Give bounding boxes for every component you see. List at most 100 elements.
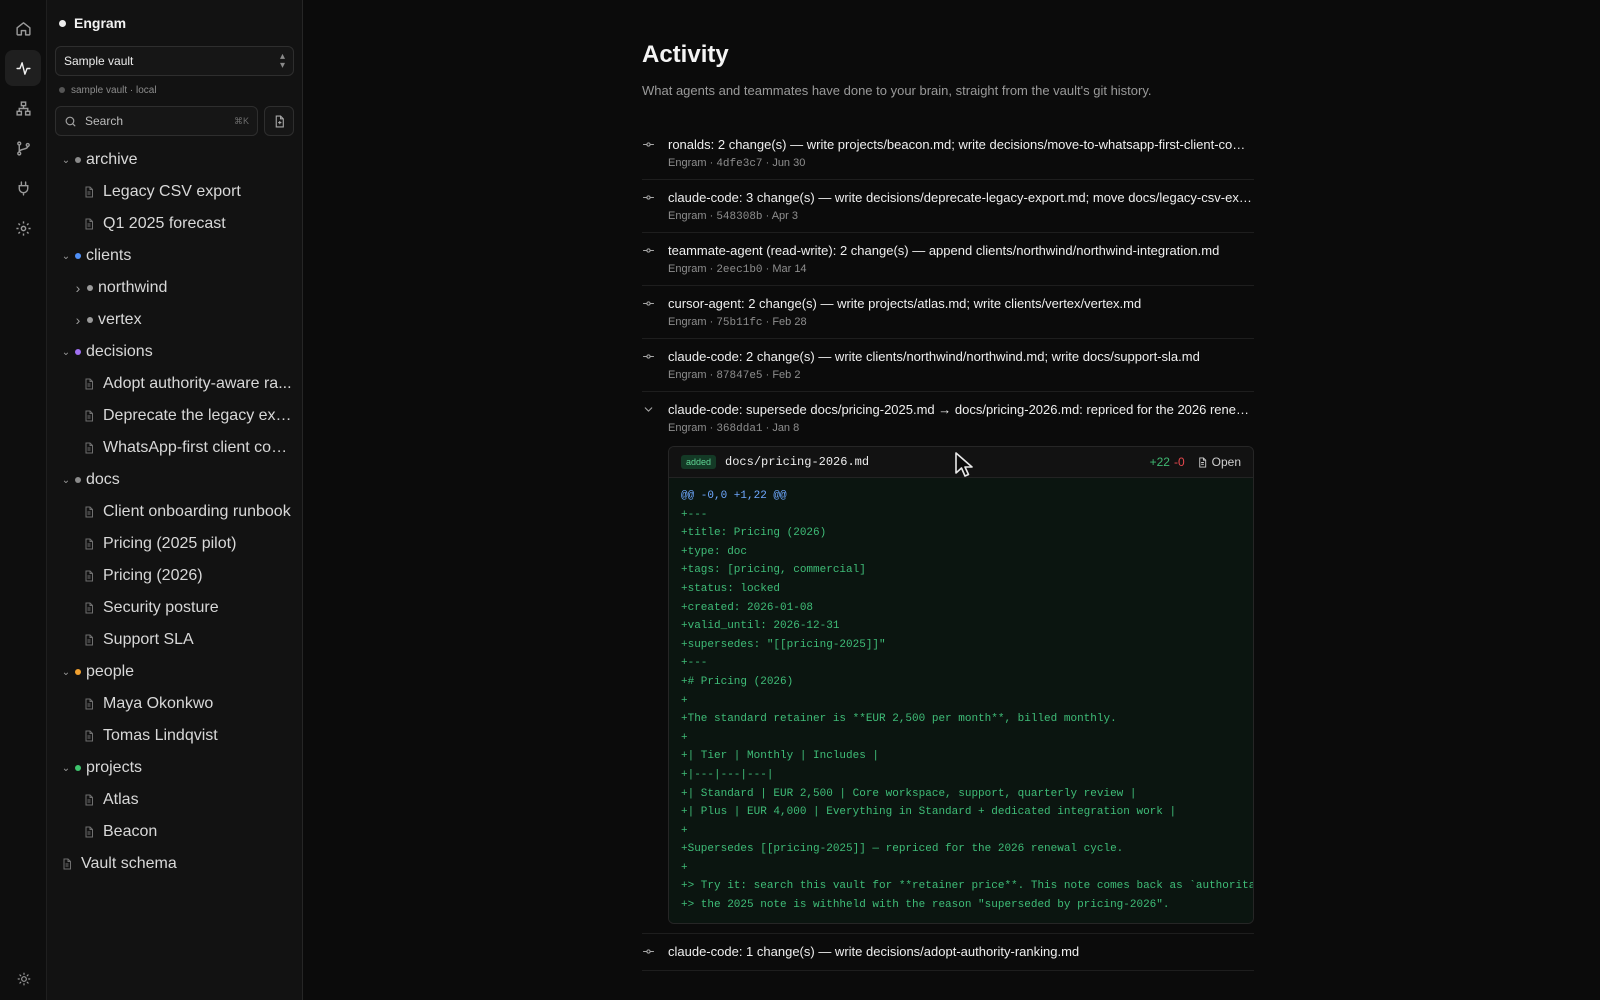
commit-date: Mar 14 — [772, 263, 807, 275]
folder-color-dot — [87, 285, 93, 291]
tree-file[interactable]: Support SLA — [55, 624, 294, 656]
tree-file[interactable]: Legacy CSV export — [55, 176, 294, 208]
diff-line: +--- — [681, 508, 708, 521]
chevron-down-icon: ⌄ — [61, 154, 71, 166]
document-icon — [1198, 456, 1206, 468]
settings-rail-button[interactable] — [5, 210, 41, 246]
tree-item-label: Tomas Lindqvist — [103, 727, 218, 744]
chevron-down-icon: ⌄ — [61, 762, 71, 774]
theme-toggle[interactable] — [0, 972, 47, 986]
commit-row[interactable]: ronalds: 2 change(s) — write projects/be… — [642, 127, 1254, 180]
commit-body: ronalds: 2 change(s) — write projects/be… — [668, 136, 1254, 170]
commit-message: claude-code: supersede docs/pricing-2025… — [668, 402, 1254, 417]
tree-file[interactable]: Deprecate the legacy exp... — [55, 400, 294, 432]
commit-message: teammate-agent (read-write): 2 change(s)… — [668, 243, 1220, 258]
git-commit-icon — [642, 295, 668, 329]
tree-file[interactable]: WhatsApp-first client com... — [55, 432, 294, 464]
tree-folder[interactable]: ⌄ people — [55, 656, 294, 688]
vault-status-dot — [59, 87, 65, 93]
tree-file[interactable]: Maya Okonkwo — [55, 688, 294, 720]
commit-body: claude-code: 1 change(s) — write decisio… — [668, 943, 1254, 961]
diff-line: + — [681, 694, 688, 707]
page-title: Activity — [642, 41, 729, 68]
tree-file[interactable]: Tomas Lindqvist — [55, 720, 294, 752]
chevron-right-icon: › — [75, 312, 81, 328]
git-commit-icon — [642, 242, 668, 276]
tree-folder[interactable]: › vertex — [55, 304, 294, 336]
commit-hash: 548308b — [716, 211, 763, 223]
tree-item-label: vertex — [98, 311, 142, 328]
tree-item-label: Security posture — [103, 599, 219, 616]
main-panel: Activity What agents and teammates have … — [303, 0, 1600, 1000]
chevron-down-icon: ⌄ — [61, 474, 71, 486]
plug-icon — [18, 180, 28, 196]
commit-body: claude-code: supersede docs/pricing-2025… — [668, 401, 1254, 924]
diff-line: + — [681, 824, 688, 837]
commit-meta: Engram · 548308b · Apr 3 — [668, 210, 798, 223]
new-note-button[interactable] — [264, 106, 294, 136]
tree-folder[interactable]: ⌄ decisions — [55, 336, 294, 368]
commit-message: ronalds: 2 change(s) — write projects/be… — [668, 137, 1254, 152]
tree-file[interactable]: Adopt authority-aware ra... — [55, 368, 294, 400]
document-icon — [85, 826, 93, 838]
search-row: Search ⌘K — [55, 106, 294, 136]
commit-row[interactable]: claude-code: supersede docs/pricing-2025… — [642, 392, 1254, 934]
commit-row[interactable]: claude-code: 2 change(s) — write clients… — [642, 339, 1254, 392]
commit-date: Feb 28 — [772, 316, 807, 328]
tree-folder[interactable]: ⌄ archive — [55, 144, 294, 176]
diff-line: + — [681, 731, 688, 744]
commit-meta: Engram · 75b11fc · Feb 28 — [668, 316, 807, 329]
tree-file[interactable]: Q1 2025 forecast — [55, 208, 294, 240]
search-input[interactable]: Search ⌘K — [55, 106, 258, 136]
git-commit-icon — [642, 189, 668, 223]
diff-line: +|---|---|---| — [681, 768, 774, 781]
graph-rail-button[interactable] — [5, 90, 41, 126]
commit-row[interactable]: claude-code: 1 change(s) — write decisio… — [642, 934, 1254, 971]
integrations-rail-button[interactable] — [5, 170, 41, 206]
vault-selector[interactable]: Sample vault ▴ ▾ — [55, 46, 294, 76]
tree-item-label: Maya Okonkwo — [103, 695, 214, 712]
home-rail-button[interactable] — [5, 10, 41, 46]
tree-file[interactable]: Vault schema — [55, 848, 294, 880]
commit-row[interactable]: teammate-agent (read-write): 2 change(s)… — [642, 233, 1254, 286]
document-icon — [85, 634, 93, 646]
tree-file[interactable]: Pricing (2025 pilot) — [55, 528, 294, 560]
folder-color-dot — [75, 765, 81, 771]
activity-rail-button[interactable] — [5, 50, 41, 86]
document-icon — [85, 186, 93, 198]
folder-color-dot — [87, 317, 93, 323]
diff-deletions: -0 — [1173, 455, 1185, 469]
sidebar: Engram Sample vault ▴ ▾ sample vault · lo… — [47, 0, 303, 1000]
diff-additions: +22 — [1149, 455, 1170, 469]
tree-item-label: northwind — [98, 279, 168, 296]
tree-file[interactable]: Security posture — [55, 592, 294, 624]
open-file-button[interactable]: Open — [1197, 455, 1241, 469]
tree-folder[interactable]: › northwind — [55, 272, 294, 304]
tree-file[interactable]: Beacon — [55, 816, 294, 848]
tree-item-label: Deprecate the legacy exp... — [103, 407, 294, 424]
tree-item-label: Vault schema — [81, 855, 177, 872]
tree-file[interactable]: Atlas — [55, 784, 294, 816]
document-icon — [85, 410, 93, 422]
tree-folder[interactable]: ⌄ projects — [55, 752, 294, 784]
tree-folder[interactable]: ⌄ clients — [55, 240, 294, 272]
commit-author: Engram — [668, 422, 707, 434]
commit-author: Engram — [668, 210, 707, 222]
commit-hash: 368dda1 — [716, 423, 763, 435]
tree-file[interactable]: Pricing (2026) — [55, 560, 294, 592]
brand-logo-dot — [59, 19, 66, 27]
activity-icon — [15, 61, 31, 75]
diff-line: +| Tier | Monthly | Includes | — [681, 750, 880, 763]
chevron-down-icon: ⌄ — [61, 250, 71, 262]
tree-file[interactable]: Client onboarding runbook — [55, 496, 294, 528]
tree-folder[interactable]: ⌄ docs — [55, 464, 294, 496]
diff-body: @@ -0,0 +1,22 @@ +--- +title: Pricing (202… — [669, 478, 1253, 923]
commit-body: claude-code: 3 change(s) — write decisio… — [668, 189, 1254, 223]
commit-row[interactable]: claude-code: 3 change(s) — write decisio… — [642, 180, 1254, 233]
branches-rail-button[interactable] — [5, 130, 41, 166]
folder-color-dot — [75, 157, 81, 163]
commit-row[interactable]: cursor-agent: 2 change(s) — write projec… — [642, 286, 1254, 339]
chevron-down-icon: ⌄ — [61, 666, 71, 678]
commit-body: claude-code: 2 change(s) — write clients… — [668, 348, 1254, 382]
tree-item-label: archive — [86, 151, 138, 168]
